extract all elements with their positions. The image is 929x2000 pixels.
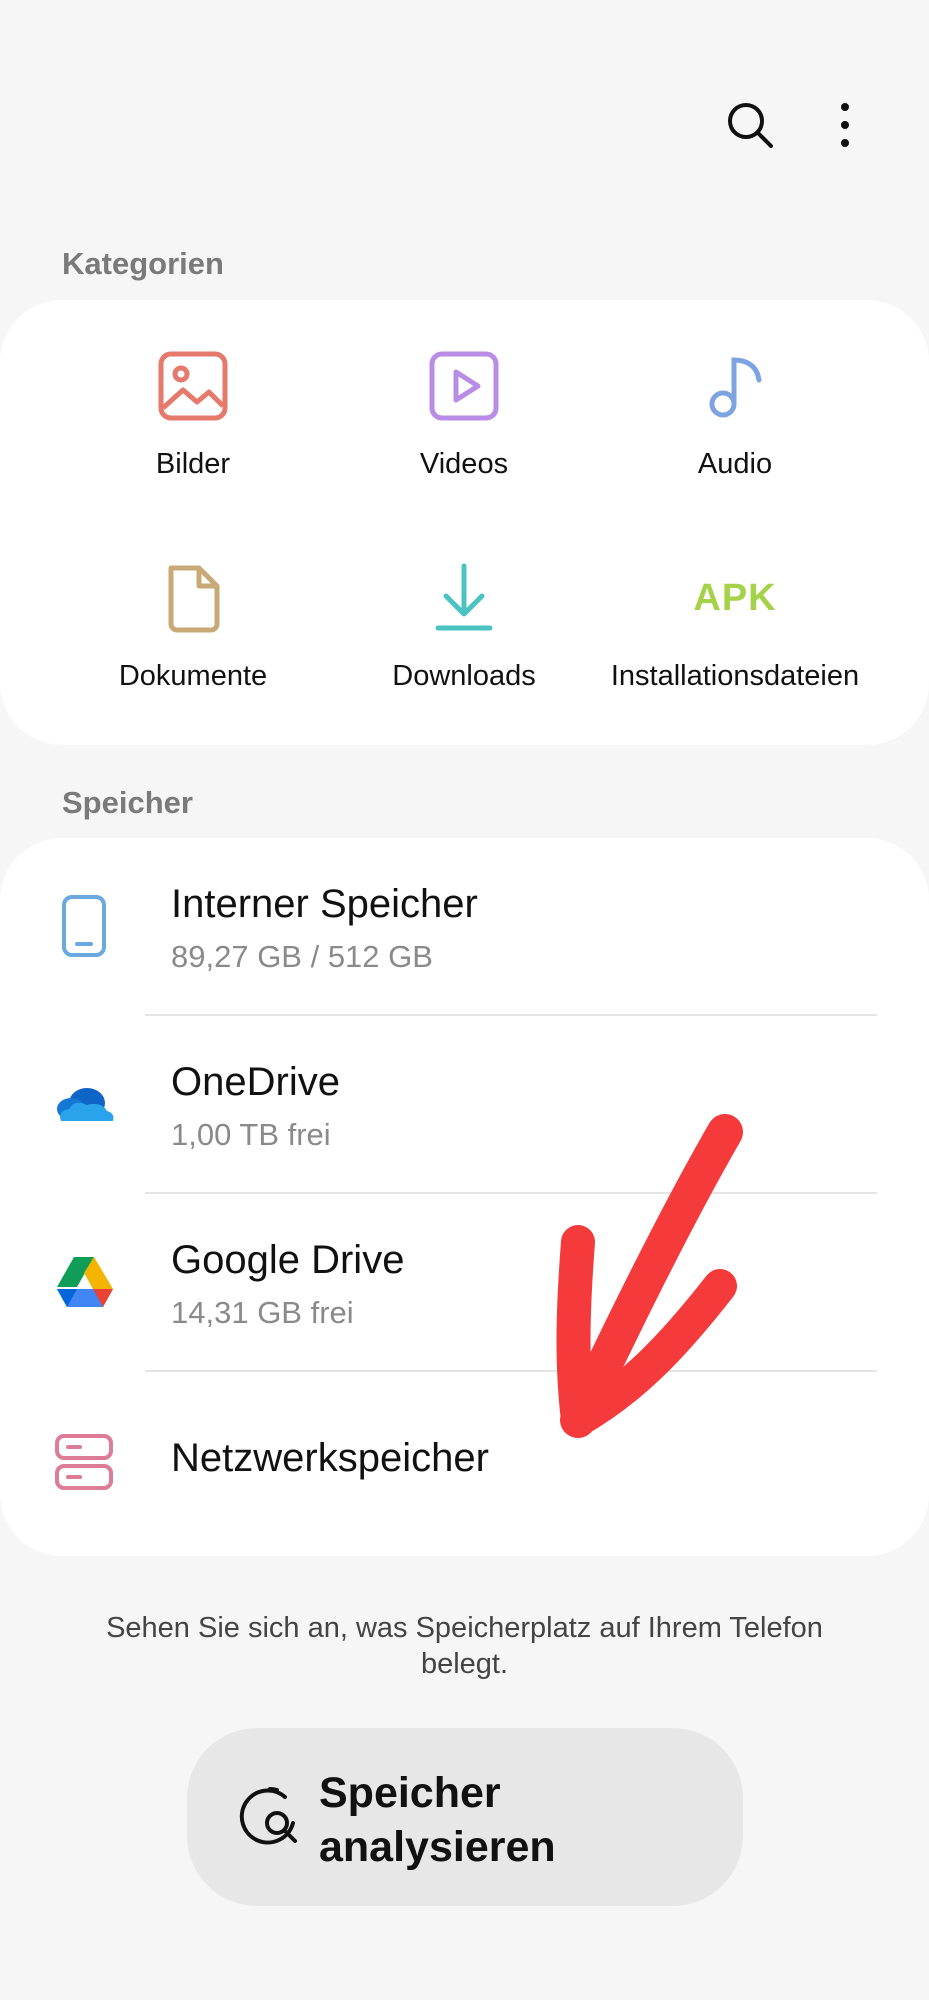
storage-subtitle: 14,31 GB frei [171, 1295, 354, 1330]
storage-title: OneDrive [171, 1060, 340, 1104]
analyze-storage-label: Speicher analysieren [319, 1769, 556, 1871]
more-options-button[interactable] [800, 80, 890, 170]
categories-heading: Kategorien [62, 246, 224, 281]
onedrive-icon [48, 1069, 120, 1141]
music-note-icon [695, 346, 775, 426]
storage-hint-text: Sehen Sie sich an, was Speicherplatz auf… [106, 1612, 823, 1680]
storage-network[interactable]: Netzwerkspeicher [0, 1372, 929, 1550]
storage-title: Interner Speicher [171, 882, 478, 926]
category-label: Videos [419, 448, 509, 480]
storage-title: Google Drive [171, 1238, 405, 1282]
storage-analyze-icon [239, 1787, 297, 1845]
network-storage-icon [48, 1426, 120, 1498]
more-vertical-icon [841, 103, 849, 147]
category-label: Downloads [392, 660, 536, 692]
search-button[interactable] [705, 80, 795, 170]
storage-heading: Speicher [62, 785, 193, 820]
storage-card: Interner Speicher 89,27 GB / 512 GB OneD… [0, 838, 929, 1556]
download-icon [424, 558, 504, 638]
storage-title: Netzwerkspeicher [171, 1436, 489, 1480]
google-drive-icon [48, 1247, 120, 1319]
search-icon [728, 103, 773, 148]
category-documents[interactable]: Dokumente [43, 558, 343, 694]
storage-subtitle: 89,27 GB / 512 GB [171, 939, 433, 974]
categories-card: Bilder Videos Audio Dokumente Downloads … [0, 300, 929, 745]
category-apk[interactable]: APK Installationsdateien [585, 558, 885, 694]
category-videos[interactable]: Videos [314, 346, 614, 482]
apk-icon: APK [693, 576, 777, 619]
storage-onedrive[interactable]: OneDrive 1,00 TB frei [0, 1016, 929, 1194]
category-downloads[interactable]: Downloads [314, 558, 614, 694]
top-app-bar [0, 0, 929, 200]
category-label: Bilder [155, 448, 231, 480]
category-audio[interactable]: Audio [585, 346, 885, 482]
document-icon [153, 558, 233, 638]
category-label: Dokumente [118, 660, 268, 692]
storage-google-drive[interactable]: Google Drive 14,31 GB frei [0, 1194, 929, 1372]
analyze-storage-button[interactable]: Speicher analysieren [187, 1728, 743, 1906]
category-images[interactable]: Bilder [43, 346, 343, 482]
category-label: Installationsdateien [610, 660, 860, 692]
image-icon [153, 346, 233, 426]
category-label: Audio [697, 448, 773, 480]
phone-icon [48, 890, 120, 962]
storage-internal[interactable]: Interner Speicher 89,27 GB / 512 GB [0, 838, 929, 1016]
video-icon [424, 346, 504, 426]
storage-subtitle: 1,00 TB frei [171, 1117, 331, 1152]
